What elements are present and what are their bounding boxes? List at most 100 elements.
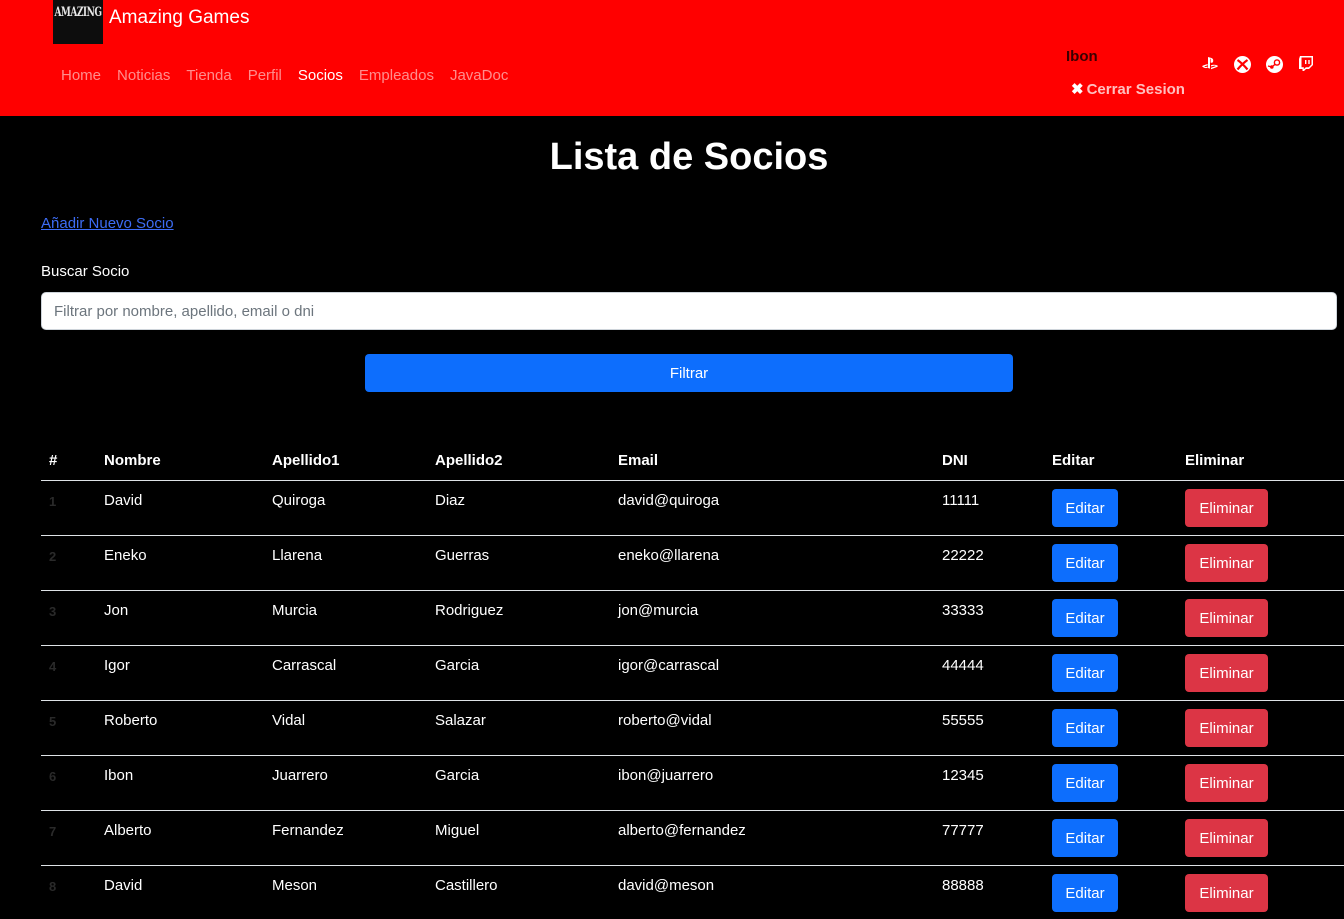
delete-button[interactable]: Eliminar bbox=[1185, 764, 1268, 802]
cell-apellido2: Diaz bbox=[435, 492, 466, 509]
edit-button[interactable]: Editar bbox=[1052, 764, 1118, 802]
navbar: AMAZING Amazing Games Home Noticias Tienda… bbox=[0, 0, 1344, 116]
edit-button[interactable]: Editar bbox=[1052, 599, 1118, 637]
cell-dni: 77777 bbox=[942, 822, 984, 839]
cell-email: roberto@vidal bbox=[618, 712, 712, 729]
table-row: 7 Alberto Fernandez Miguel alberto@fernandez… bbox=[41, 811, 1344, 866]
cell-apellido1: Carrascal bbox=[272, 657, 337, 674]
nav-link-empleados[interactable]: Empleados bbox=[359, 67, 434, 84]
row-number: 5 bbox=[49, 714, 57, 729]
cell-nombre: Alberto bbox=[104, 822, 152, 839]
col-header-nombre: Nombre bbox=[104, 452, 161, 469]
edit-button[interactable]: Editar bbox=[1052, 489, 1118, 527]
col-header-number: # bbox=[49, 452, 58, 469]
cell-email: igor@carrascal bbox=[618, 657, 720, 674]
cell-dni: 11111 bbox=[942, 492, 980, 509]
delete-button[interactable]: Eliminar bbox=[1185, 819, 1268, 857]
brand-name[interactable]: Amazing Games bbox=[109, 7, 249, 29]
social-icons bbox=[1201, 55, 1315, 73]
edit-button[interactable]: Editar bbox=[1052, 819, 1118, 857]
cell-apellido1: Llarena bbox=[272, 547, 323, 564]
delete-button[interactable]: Eliminar bbox=[1185, 654, 1268, 692]
col-header-dni: DNI bbox=[942, 452, 968, 469]
cell-email: alberto@fernandez bbox=[618, 822, 746, 839]
table-header: # Nombre Apellido1 Apellido2 Email DNI E… bbox=[41, 441, 1344, 481]
cell-nombre: David bbox=[104, 492, 143, 509]
main-nav: Home Noticias Tienda Perfil Socios Empleados J… bbox=[61, 67, 524, 84]
table-row: 2 Eneko Llarena Guerras eneko@llarena 22222 Ed… bbox=[41, 536, 1344, 591]
table-body: 1 David Quiroga Diaz david@quiroga 11111 Edita… bbox=[41, 481, 1344, 919]
cell-dni: 88888 bbox=[942, 877, 984, 894]
cell-apellido1: Murcia bbox=[272, 602, 318, 619]
cell-apellido2: Garcia bbox=[435, 657, 480, 674]
cell-apellido2: Miguel bbox=[435, 822, 480, 839]
members-table: # Nombre Apellido1 Apellido2 Email DNI E… bbox=[41, 441, 1344, 919]
cell-nombre: David bbox=[104, 877, 143, 894]
nav-link-socios[interactable]: Socios bbox=[298, 67, 343, 84]
edit-button[interactable]: Editar bbox=[1052, 709, 1118, 747]
nav-link-tienda[interactable]: Tienda bbox=[186, 67, 231, 84]
cell-nombre: Ibon bbox=[104, 767, 134, 784]
xbox-icon[interactable] bbox=[1233, 55, 1251, 73]
table-row: 6 Ibon Juarrero Garcia ibon@juarrero 12345 Edi… bbox=[41, 756, 1344, 811]
delete-button[interactable]: Eliminar bbox=[1185, 489, 1268, 527]
cell-dni: 22222 bbox=[942, 547, 984, 564]
row-number: 2 bbox=[49, 549, 57, 564]
cell-email: eneko@llarena bbox=[618, 547, 720, 564]
filter-button[interactable]: Filtrar bbox=[365, 354, 1013, 392]
x-icon: ✖ bbox=[1071, 81, 1084, 98]
table-row: 8 David Meson Castillero david@meson 88888 Edi… bbox=[41, 866, 1344, 919]
twitch-icon[interactable] bbox=[1297, 55, 1315, 73]
edit-button[interactable]: Editar bbox=[1052, 654, 1118, 692]
cell-email: david@quiroga bbox=[618, 492, 720, 509]
cell-apellido1: Juarrero bbox=[272, 767, 328, 784]
delete-button[interactable]: Eliminar bbox=[1185, 599, 1268, 637]
col-header-email: Email bbox=[618, 452, 659, 469]
edit-button[interactable]: Editar bbox=[1052, 544, 1118, 582]
delete-button[interactable]: Eliminar bbox=[1185, 874, 1268, 912]
search-input[interactable] bbox=[41, 292, 1337, 330]
table-row: 1 David Quiroga Diaz david@quiroga 11111 Edita… bbox=[41, 481, 1344, 536]
steam-icon[interactable] bbox=[1265, 55, 1283, 73]
nav-link-javadoc[interactable]: JavaDoc bbox=[450, 67, 508, 84]
cell-email: david@meson bbox=[618, 877, 715, 894]
col-header-editar: Editar bbox=[1052, 452, 1095, 469]
cell-apellido2: Castillero bbox=[435, 877, 498, 894]
cell-dni: 12345 bbox=[942, 767, 984, 784]
page-title: Lista de Socios bbox=[549, 136, 829, 178]
nav-link-perfil[interactable]: Perfil bbox=[248, 67, 282, 84]
brand-logo[interactable]: AMAZING bbox=[53, 0, 103, 44]
delete-button[interactable]: Eliminar bbox=[1185, 544, 1268, 582]
cell-dni: 44444 bbox=[942, 657, 984, 674]
cell-apellido2: Guerras bbox=[435, 547, 490, 564]
cell-apellido2: Salazar bbox=[435, 712, 486, 729]
col-header-apellido2: Apellido2 bbox=[435, 452, 503, 469]
edit-button[interactable]: Editar bbox=[1052, 874, 1118, 912]
cell-apellido1: Quiroga bbox=[272, 492, 326, 509]
cell-apellido1: Meson bbox=[272, 877, 318, 894]
col-header-eliminar: Eliminar bbox=[1185, 452, 1245, 469]
cell-dni: 33333 bbox=[942, 602, 984, 619]
cell-nombre: Roberto bbox=[104, 712, 158, 729]
search-label: Buscar Socio bbox=[41, 263, 130, 280]
nav-link-noticias[interactable]: Noticias bbox=[117, 67, 170, 84]
row-number: 4 bbox=[49, 659, 57, 674]
logout-link[interactable]: ✖ Cerrar Sesion bbox=[1071, 80, 1185, 98]
playstation-icon[interactable] bbox=[1201, 55, 1219, 73]
cell-email: ibon@juarrero bbox=[618, 767, 714, 784]
cell-dni: 55555 bbox=[942, 712, 984, 729]
row-number: 8 bbox=[49, 879, 57, 894]
cell-nombre: Igor bbox=[104, 657, 130, 674]
nav-link-home[interactable]: Home bbox=[61, 67, 101, 84]
cell-nombre: Jon bbox=[104, 602, 129, 619]
row-number: 6 bbox=[49, 769, 57, 784]
row-number: 7 bbox=[49, 824, 57, 839]
table-row: 3 Jon Murcia Rodriguez jon@murcia 33333 Editar… bbox=[41, 591, 1344, 646]
logo-text: AMAZING bbox=[54, 6, 102, 20]
cell-email: jon@murcia bbox=[618, 602, 699, 619]
cell-apellido2: Garcia bbox=[435, 767, 480, 784]
add-member-link[interactable]: Añadir Nuevo Socio bbox=[41, 215, 174, 232]
delete-button[interactable]: Eliminar bbox=[1185, 709, 1268, 747]
table-row: 4 Igor Carrascal Garcia igor@carrascal 44444 E… bbox=[41, 646, 1344, 701]
cell-apellido1: Vidal bbox=[272, 712, 306, 729]
